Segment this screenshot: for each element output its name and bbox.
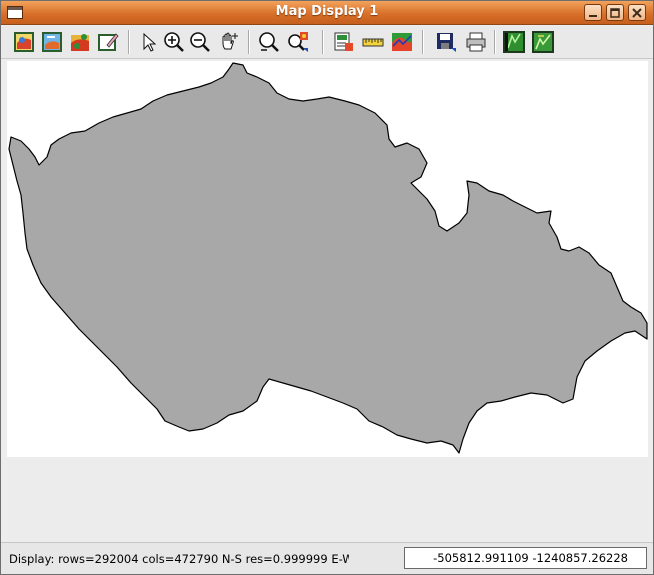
profile-icon xyxy=(392,33,412,51)
display-info-text: Display: rows=292004 cols=472790 N-S res… xyxy=(9,552,349,566)
2d-view-icon xyxy=(503,31,525,53)
ruler-icon xyxy=(362,38,384,47)
map-canvas[interactable] xyxy=(7,61,648,457)
overlay-icon xyxy=(71,34,89,51)
display-map-button[interactable] xyxy=(11,29,37,55)
display-map-icon xyxy=(14,32,34,52)
overlay-button[interactable] xyxy=(67,29,93,55)
erase-icon xyxy=(98,33,119,51)
minimize-icon xyxy=(589,14,597,17)
query-button[interactable] xyxy=(285,29,311,55)
measure-button[interactable] xyxy=(360,29,386,55)
pointer-button[interactable] xyxy=(135,29,161,55)
coordinate-readout: -505812.991109 -1240857.26228 xyxy=(404,547,647,569)
printer-icon xyxy=(466,32,486,52)
map-region xyxy=(8,62,648,454)
zoom-back-icon xyxy=(259,32,279,52)
3d-view-button[interactable] xyxy=(530,29,556,55)
redraw-icon xyxy=(42,32,62,52)
zoom-out-icon xyxy=(190,32,210,52)
zoom-out-button[interactable] xyxy=(187,29,213,55)
analyze-icon xyxy=(334,32,353,51)
toolbar-separator xyxy=(422,30,424,54)
3d-view-icon xyxy=(532,31,554,53)
toolbar-separator xyxy=(128,30,130,54)
close-button[interactable] xyxy=(628,4,646,21)
zoom-menu-button[interactable] xyxy=(256,29,282,55)
canvas-empty-area xyxy=(7,457,648,541)
toolbar-separator xyxy=(322,30,324,54)
pointer-icon xyxy=(143,32,157,52)
window-title: Map Display 1 xyxy=(275,4,379,19)
title-bar[interactable]: Map Display 1 xyxy=(1,1,653,25)
toolbar-separator xyxy=(494,30,496,54)
maximize-button[interactable] xyxy=(606,4,624,21)
analyze-button[interactable] xyxy=(331,29,357,55)
minimize-button[interactable] xyxy=(584,4,602,21)
profile-button[interactable] xyxy=(389,29,415,55)
country-boundary xyxy=(8,62,648,454)
2d-view-button[interactable] xyxy=(501,29,527,55)
zoom-in-icon xyxy=(164,32,184,52)
zoom-in-button[interactable] xyxy=(161,29,187,55)
maximize-icon xyxy=(610,7,620,18)
toolbar-separator xyxy=(248,30,250,54)
pan-button[interactable] xyxy=(215,29,241,55)
toolbar xyxy=(1,26,653,59)
status-bar: Display: rows=292004 cols=472790 N-S res… xyxy=(1,542,653,574)
erase-button[interactable] xyxy=(95,29,121,55)
save-button[interactable] xyxy=(433,29,459,55)
pan-hand-icon xyxy=(222,32,238,50)
print-button[interactable] xyxy=(463,29,489,55)
query-icon xyxy=(288,32,308,52)
disk-icon xyxy=(437,33,456,52)
map-display-window: Map Display 1 Display: rows=292004 cols=… xyxy=(0,0,654,575)
redraw-all-button[interactable] xyxy=(39,29,65,55)
close-icon xyxy=(632,7,642,18)
